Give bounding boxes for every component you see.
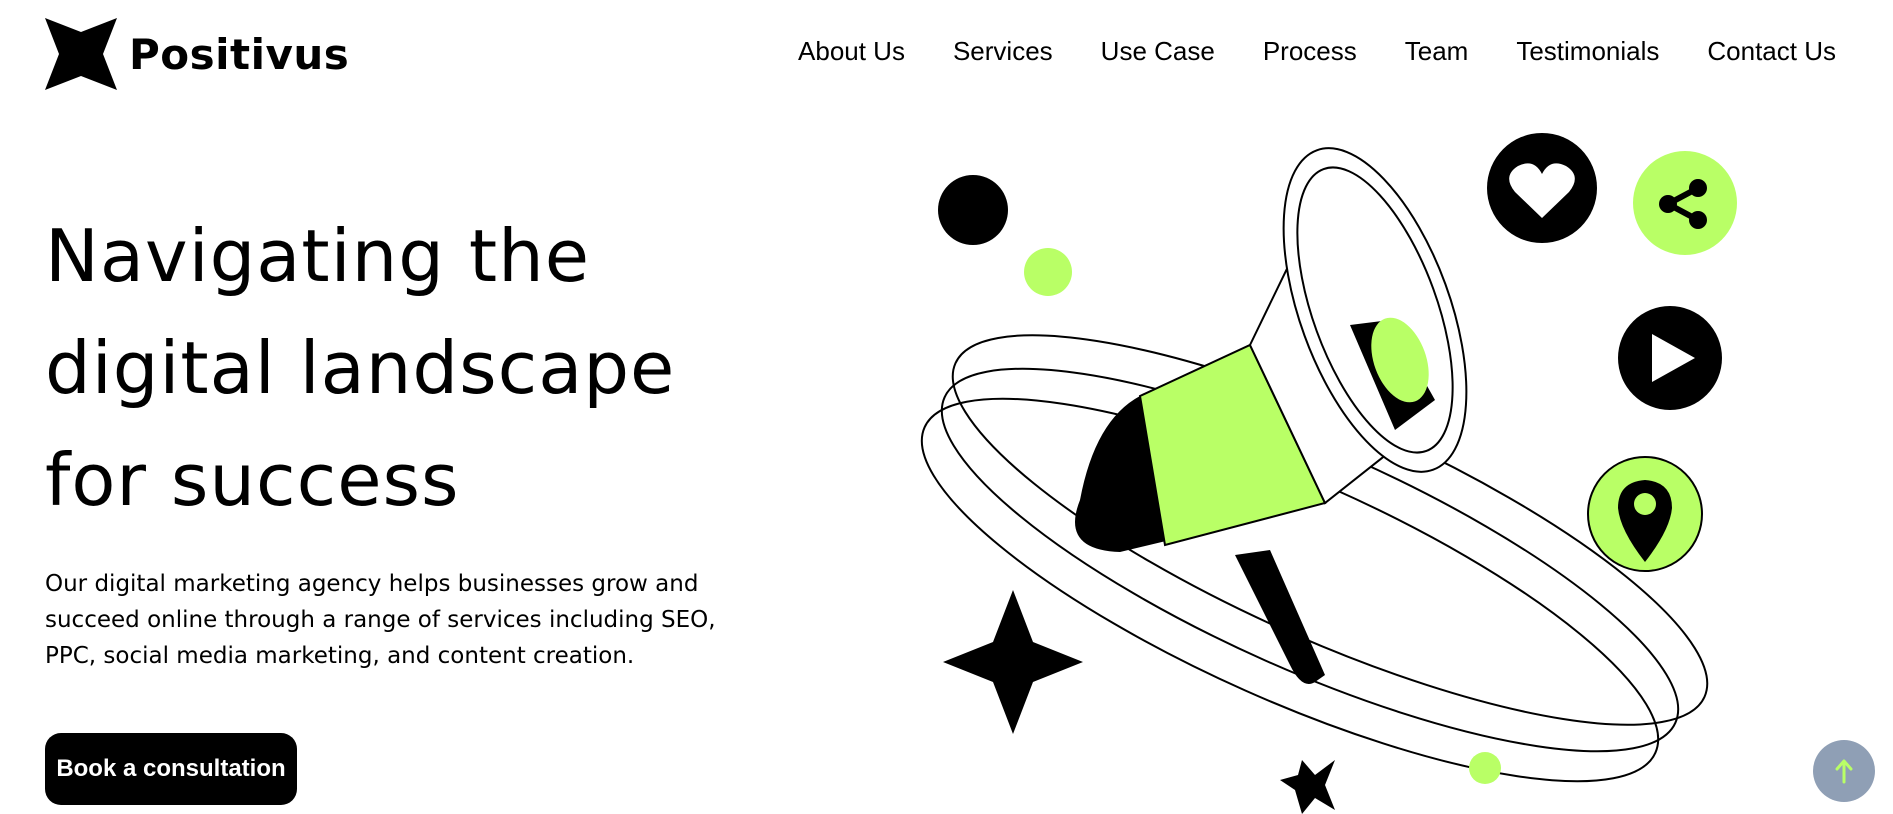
green-dot	[1024, 248, 1072, 296]
site-header: Positivus About Us Services Use Case Pro…	[0, 0, 1893, 110]
book-consultation-button[interactable]: Book a consultation	[45, 733, 297, 805]
nav-contact-us[interactable]: Contact Us	[1707, 36, 1836, 67]
brand-name: Positivus	[129, 29, 350, 79]
play-icon	[1618, 306, 1722, 410]
share-icon	[1633, 151, 1737, 255]
nav-team[interactable]: Team	[1405, 36, 1469, 67]
nav-use-case[interactable]: Use Case	[1101, 36, 1215, 67]
main-nav: About Us Services Use Case Process Team …	[798, 36, 1836, 67]
nav-testimonials[interactable]: Testimonials	[1516, 36, 1659, 67]
hero-illustration	[920, 133, 1737, 814]
scroll-to-top-button[interactable]	[1813, 740, 1875, 802]
black-dot	[938, 175, 1008, 245]
logo-star-icon	[45, 18, 117, 90]
arrow-up-icon	[1835, 759, 1853, 784]
nav-about-us[interactable]: About Us	[798, 36, 905, 67]
logo[interactable]: Positivus	[45, 18, 349, 90]
nav-services[interactable]: Services	[953, 36, 1053, 67]
green-dot-small	[1469, 752, 1501, 784]
hero-title-line-3: for success	[45, 438, 460, 522]
hero-title-line-2: digital landscape	[45, 326, 676, 410]
hero-title: Navigating the digital landscape for suc…	[45, 200, 765, 536]
nav-process[interactable]: Process	[1263, 36, 1357, 67]
location-pin-icon	[1587, 456, 1703, 572]
megaphone-icon	[1075, 147, 1468, 684]
heart-icon	[1487, 133, 1597, 243]
hero-title-line-1: Navigating the	[45, 214, 591, 298]
sparkle-star-icon	[943, 590, 1083, 734]
hero-description: Our digital marketing agency helps busin…	[45, 571, 716, 669]
small-star-icon	[1280, 760, 1335, 814]
